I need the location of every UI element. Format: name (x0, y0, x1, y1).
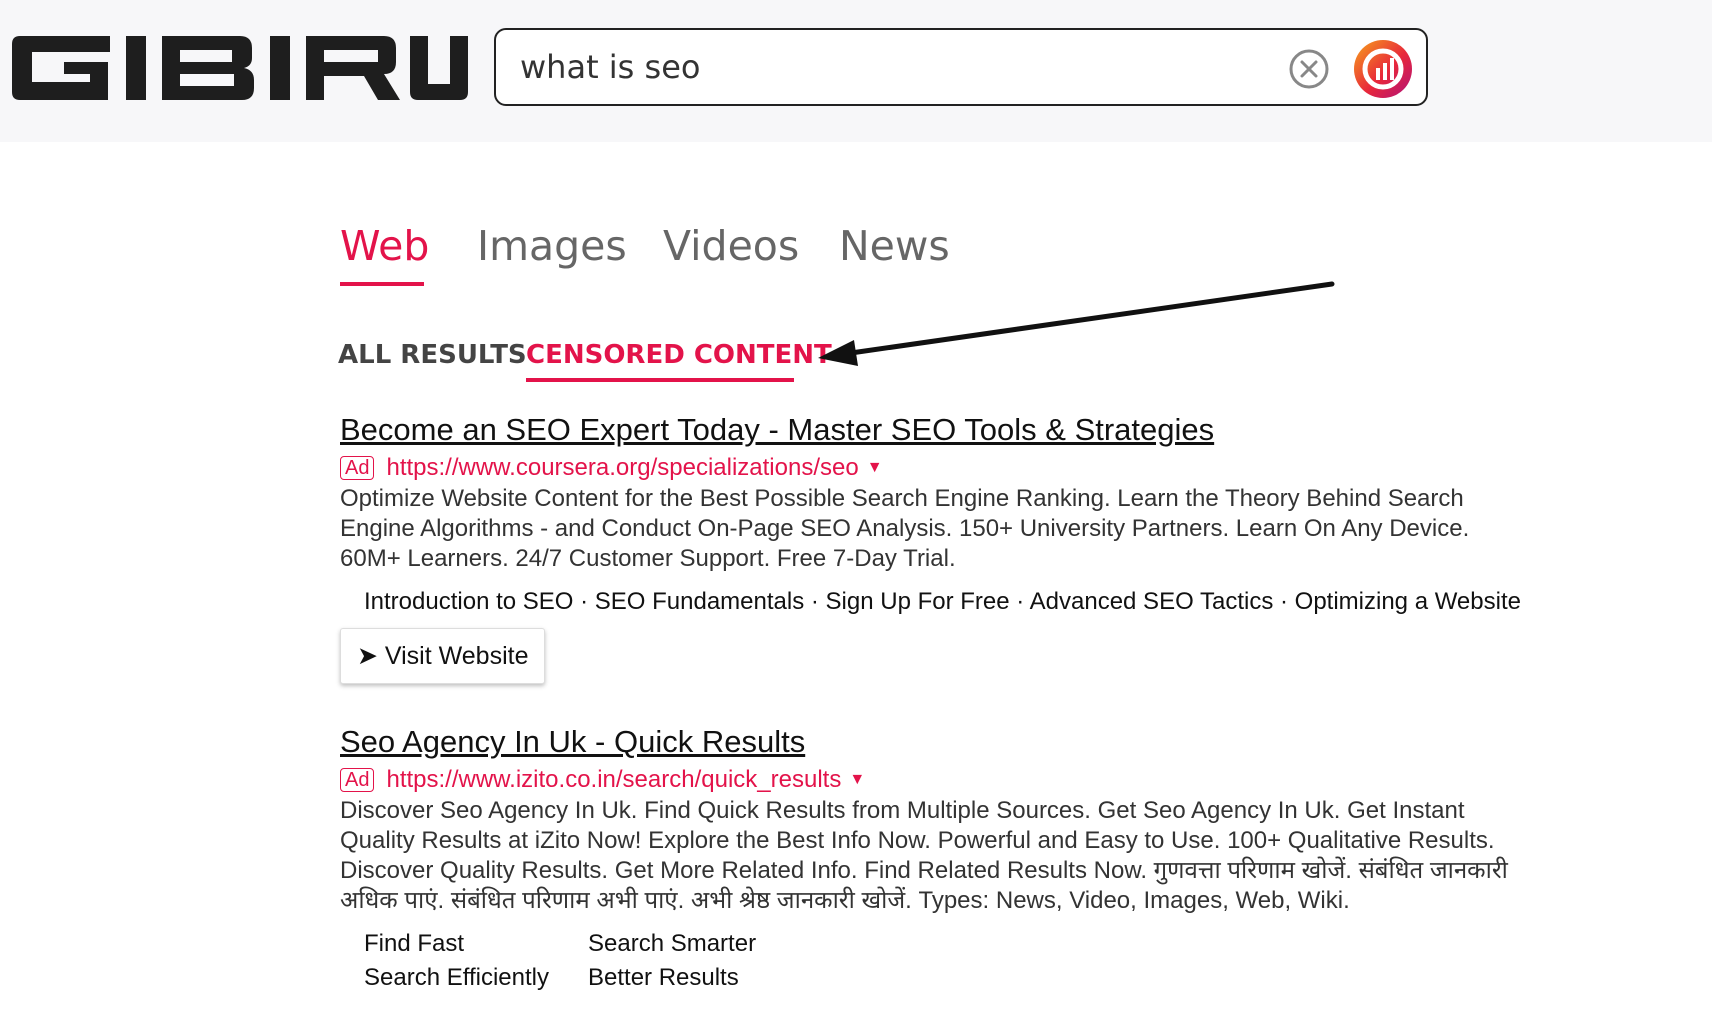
sitelink[interactable]: Introduction to SEO (364, 588, 573, 615)
url-dropdown-caret-icon[interactable]: ▼ (849, 771, 865, 788)
result-url-line: Ad https://www.coursera.org/specializatio… (340, 454, 1530, 482)
sitelink[interactable]: Optimizing a Website (1295, 588, 1521, 615)
result-url[interactable]: https://www.coursera.org/specializations… (386, 454, 858, 481)
tab-videos[interactable]: Videos (663, 222, 799, 270)
grid-link[interactable]: Find Fast (364, 930, 588, 958)
search-box (494, 28, 1428, 106)
url-dropdown-caret-icon[interactable]: ▼ (867, 459, 883, 476)
ad-badge: Ad (340, 768, 375, 792)
result-description: Optimize Website Content for the Best Po… (340, 485, 1470, 572)
gibiru-logo-wordmark (12, 36, 468, 100)
sitelink-separator: · (573, 588, 595, 615)
visit-website-button[interactable]: ➤ Visit Website (340, 628, 546, 684)
sitelink[interactable]: Sign Up For Free (826, 588, 1010, 615)
result-url[interactable]: https://www.izito.co.in/search/quick_res… (386, 766, 841, 793)
result-title-link[interactable]: Become an SEO Expert Today - Master SEO … (340, 412, 1530, 448)
search-result: Seo Agency In Uk - Quick Results Ad https… (340, 724, 1530, 998)
sitelink[interactable]: SEO Fundamentals (595, 588, 804, 615)
search-input[interactable] (520, 44, 1240, 90)
clear-search-icon[interactable] (1288, 48, 1330, 95)
sitelink-separator: · (804, 588, 826, 615)
link-grid-row: Search Efficiently Better Results (364, 964, 1530, 998)
result-title-link[interactable]: Seo Agency In Uk - Quick Results (340, 724, 1530, 760)
result-link-grid: Find Fast Search Smarter Search Efficient… (364, 930, 1530, 998)
gibiru-app-icon[interactable] (1352, 38, 1414, 105)
sitelink-separator: · (1273, 588, 1295, 615)
subtab-censored-content[interactable]: CENSORED CONTENT (526, 340, 832, 370)
annotation-arrow (818, 281, 1335, 366)
grid-link[interactable]: Search Efficiently (364, 964, 588, 992)
subtab-all-results[interactable]: ALL RESULTS (338, 340, 527, 370)
tab-images[interactable]: Images (477, 222, 627, 270)
tab-web[interactable]: Web (340, 222, 429, 270)
grid-link[interactable]: Search Smarter (588, 930, 812, 958)
sitelink-separator: · (1009, 588, 1030, 615)
sitelink[interactable]: Advanced SEO Tactics (1030, 588, 1274, 615)
result-description: Discover Seo Agency In Uk. Find Quick Re… (340, 797, 1508, 914)
tab-news[interactable]: News (839, 222, 950, 270)
gibiru-logo[interactable] (12, 36, 468, 105)
ad-badge: Ad (340, 456, 375, 480)
header-bar (0, 0, 1712, 142)
active-subtab-indicator (526, 378, 794, 382)
search-result: Become an SEO Expert Today - Master SEO … (340, 412, 1530, 684)
active-tab-indicator (340, 282, 424, 286)
result-url-line: Ad https://www.izito.co.in/search/quick_r… (340, 766, 1530, 794)
link-grid-row: Find Fast Search Smarter (364, 930, 1530, 964)
result-sitelinks: Introduction to SEO · SEO Fundamentals ·… (364, 588, 1530, 616)
grid-link[interactable]: Better Results (588, 964, 812, 992)
